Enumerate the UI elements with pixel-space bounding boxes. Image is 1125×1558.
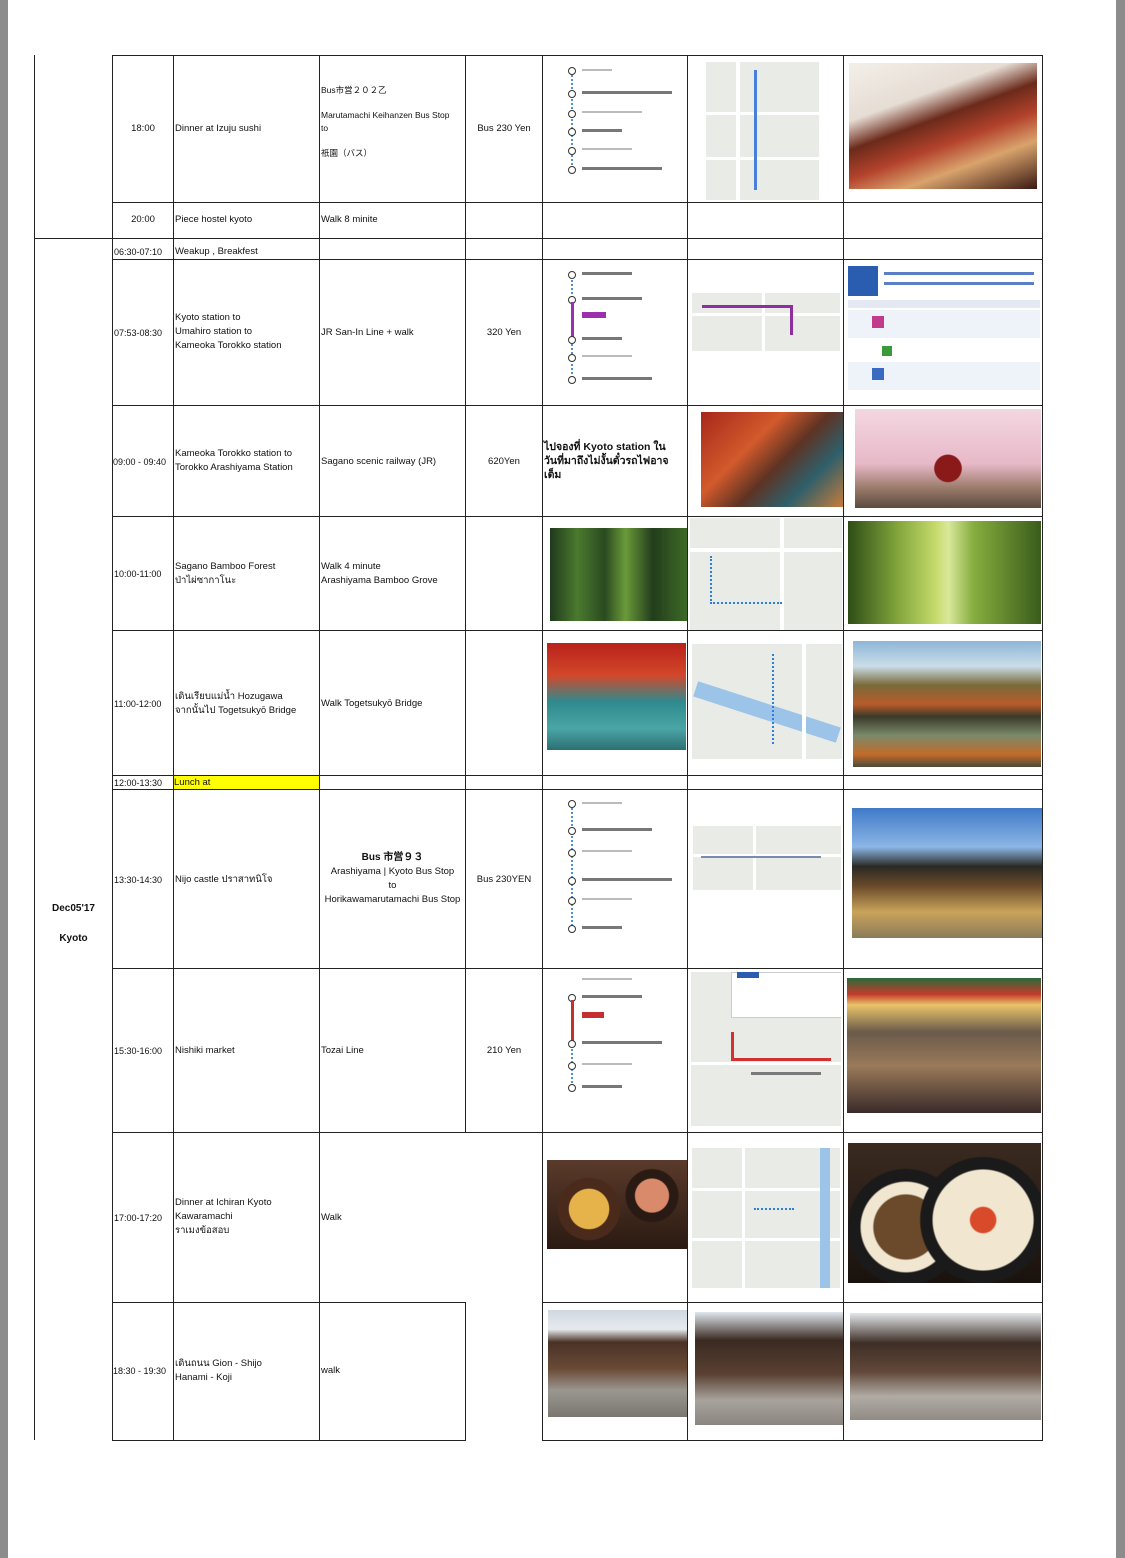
nishiki-market-photo — [847, 978, 1041, 1113]
row-cost: Bus 230YEN — [476, 874, 532, 885]
grid-line — [112, 630, 1043, 631]
row-transport: Bus市営２０２乙 Marutamachi Keihanzen Bus Stop… — [321, 85, 450, 158]
day-date: Dec05'17 — [52, 903, 95, 914]
row-cost: 620Yen — [488, 456, 520, 467]
route-screenshot — [560, 972, 684, 1128]
grid-line — [319, 55, 320, 1440]
grid-line — [112, 1302, 466, 1303]
row-transport: Tozai Line — [321, 1045, 364, 1056]
lunch-cell: Lunch at — [174, 776, 319, 789]
route-screenshot — [560, 62, 684, 196]
route-map — [692, 293, 840, 351]
grid-line — [465, 1302, 466, 1440]
gion-street-photo — [548, 1310, 687, 1417]
row-cost: 210 Yen — [486, 1045, 522, 1056]
row-transport: Walk 8 minite — [321, 214, 378, 225]
grid-line — [34, 55, 35, 1440]
grid-line — [173, 55, 174, 1440]
ichiran-ramen-photo — [547, 1160, 687, 1249]
row-activity: Dinner at Ichiran Kyoto Kawaramachi ราเม… — [175, 1197, 272, 1236]
nijo-castle-photo — [852, 808, 1042, 938]
train-schedule-screenshot — [848, 266, 1040, 396]
ramen-bowl-photo — [848, 1143, 1041, 1283]
grid-line — [465, 55, 466, 1132]
grid-line — [112, 55, 1043, 56]
row-activity: Kyoto station to Umahiro station to Kame… — [175, 312, 282, 351]
grid-line — [843, 55, 844, 1440]
grid-line — [1042, 55, 1043, 1440]
subway-route-map — [691, 972, 841, 1126]
row-transport: Arashiyama | Kyoto Bus Stop to Horikawam… — [324, 866, 461, 905]
row-time: 07:53-08:30 — [114, 328, 163, 338]
route-screenshot — [560, 266, 684, 400]
grid-line — [112, 202, 1043, 203]
row-activity: Nishiki market — [175, 1045, 235, 1056]
scenic-train-autumn-photo — [701, 412, 843, 507]
row-transport: Walk 4 minute Arashiyama Bamboo Grove — [321, 561, 438, 586]
row-activity: Weakup , Breakfest — [175, 246, 258, 257]
row-time: 12:00-13:30 — [114, 778, 163, 788]
row-activity: Piece hostel kyoto — [175, 214, 253, 225]
row-transport: JR San-In Line + walk — [321, 327, 414, 338]
grid-line — [112, 968, 1043, 969]
togetsukyo-bridge-photo — [853, 641, 1041, 767]
day-city: Kyoto — [59, 933, 88, 944]
row-time: 06:30-07:10 — [114, 247, 163, 257]
row-activity: Kameoka Torokko station to Torokko Arash… — [175, 448, 293, 473]
row-time: 17:00-17:20 — [114, 1213, 163, 1223]
row-time: 20:00 — [131, 214, 155, 225]
row-transport: Walk Togetsukyō Bridge — [321, 698, 423, 709]
row-activity: Dinner at Izuju sushi — [175, 123, 262, 134]
grid-line — [34, 238, 1043, 239]
row-time: 11:00-12:00 — [114, 699, 162, 709]
grid-line — [112, 516, 1043, 517]
grid-line — [542, 55, 543, 1440]
row-activity: Sagano Bamboo Forest ป่าไผ่ซากาโนะ — [175, 561, 276, 586]
walking-map — [692, 1148, 840, 1288]
row-transport: Sagano scenic railway (JR) — [321, 456, 437, 467]
row-cost: 320 Yen — [486, 327, 522, 338]
grid-line — [112, 259, 1043, 260]
row-time: 13:30-14:30 — [114, 875, 163, 885]
row-activity: เดินเรียบแม่น้ำ Hozugawa จากนั้นไป Toget… — [175, 691, 297, 716]
row-time: 18:30 - 19:30 — [113, 1366, 167, 1376]
bus-route-map — [693, 826, 841, 890]
bamboo-night-photo — [550, 528, 687, 621]
document-page: Dec05'17 Kyoto 18:00 Dinner at Izuju sus… — [8, 0, 1116, 1558]
row-time: 10:00-11:00 — [114, 569, 162, 579]
river-walk-map — [692, 644, 842, 759]
row-activity: Nijo castle ปราสาทนิโจ — [175, 874, 273, 885]
row-transport: walk — [321, 1365, 341, 1376]
grid-line — [687, 55, 688, 1440]
grid-line — [112, 1440, 466, 1441]
route-map — [706, 62, 819, 200]
walking-map — [690, 518, 842, 630]
grid-line — [542, 1302, 1043, 1303]
grid-line — [112, 405, 1043, 406]
grid-line — [112, 1132, 1043, 1133]
row-transport: Walk — [321, 1212, 342, 1223]
row-cost: Bus 230 Yen — [477, 123, 531, 134]
bamboo-grove-photo — [848, 521, 1041, 624]
grid-line — [542, 1440, 1043, 1441]
hozugawa-river-photo — [547, 643, 686, 750]
route-screenshot — [560, 795, 684, 961]
row-activity: เดินถนน Gion - Shijo Hanami - Koji — [175, 1358, 262, 1383]
sushi-photo — [849, 63, 1037, 189]
row-time: 09:00 - 09:40 — [113, 457, 167, 467]
row-time: 18:00 — [131, 123, 155, 134]
grid-line — [112, 789, 1043, 790]
booking-note: ไปจองที่ Kyoto station ใน วันที่มาถึงไม่… — [544, 441, 669, 481]
scenic-train-sakura-photo — [855, 409, 1041, 508]
gion-alley-photo — [850, 1313, 1041, 1420]
row-time: 15:30-16:00 — [114, 1046, 163, 1056]
bus-title: Bus 市営９３ — [361, 852, 424, 863]
hanami-koji-photo — [695, 1312, 843, 1425]
grid-line — [112, 55, 113, 1440]
